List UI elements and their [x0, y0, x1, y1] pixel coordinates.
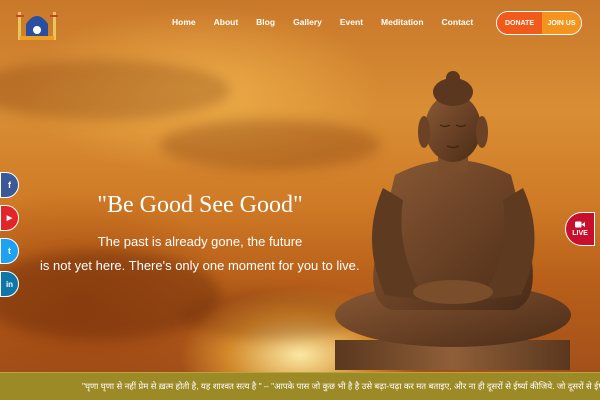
- video-camera-icon: [575, 221, 585, 228]
- social-sidebar: f ▶ t in: [0, 172, 20, 304]
- nav-event[interactable]: Event: [340, 17, 363, 27]
- site-header: Home About Blog Gallery Event Meditation…: [0, 0, 600, 50]
- ticker-text: "घृणा घृणा से नहीं प्रेम से ख़त्म होती ह…: [82, 381, 600, 391]
- nav-home[interactable]: Home: [172, 17, 196, 27]
- cta-group: DONATE JOIN US: [496, 11, 582, 35]
- hero-subtext-line2: is not yet here. There's only one moment…: [40, 258, 360, 273]
- buddha-statue-image: [335, 71, 571, 370]
- live-label: LIVE: [572, 230, 588, 237]
- hero-banner: [0, 0, 600, 372]
- linkedin-icon[interactable]: in: [0, 271, 19, 297]
- donate-button[interactable]: DONATE: [497, 12, 542, 34]
- twitter-icon[interactable]: t: [0, 238, 19, 264]
- hero-subtext-line1: The past is already gone, the future: [97, 234, 303, 249]
- quote-ticker: "घृणा घृणा से नहीं प्रेम से ख़त्म होती ह…: [0, 372, 600, 400]
- main-navigation: Home About Blog Gallery Event Meditation…: [172, 17, 491, 27]
- nav-meditation[interactable]: Meditation: [381, 17, 424, 27]
- nav-about[interactable]: About: [214, 17, 239, 27]
- live-button[interactable]: LIVE: [565, 212, 595, 246]
- facebook-icon[interactable]: f: [0, 172, 19, 198]
- nav-gallery[interactable]: Gallery: [293, 17, 322, 27]
- join-us-button[interactable]: JOIN US: [542, 12, 581, 34]
- hero-headline: "Be Good See Good": [97, 192, 303, 218]
- nav-contact[interactable]: Contact: [442, 17, 474, 27]
- nav-blog[interactable]: Blog: [256, 17, 275, 27]
- youtube-icon[interactable]: ▶: [0, 205, 19, 231]
- temple-logo[interactable]: [14, 6, 60, 44]
- cloud-decoration: [0, 60, 230, 120]
